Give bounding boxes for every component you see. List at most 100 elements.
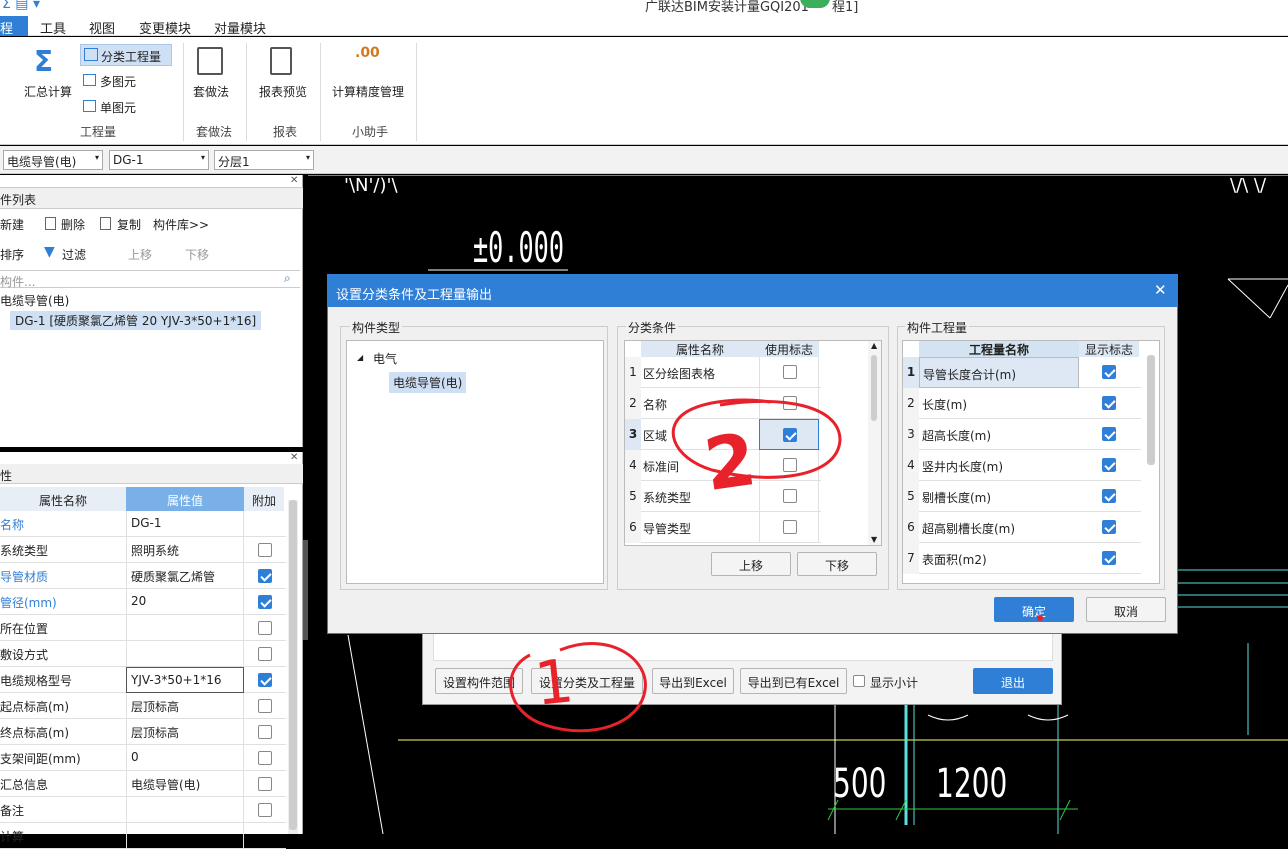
show-flag-checkbox[interactable] — [1102, 520, 1116, 534]
property-value[interactable] — [126, 823, 244, 849]
summary-calc-button[interactable]: 汇总计算 — [24, 83, 72, 100]
table-row[interactable]: 计算 — [0, 823, 286, 849]
extra-checkbox[interactable] — [258, 751, 272, 765]
scrollbar-thumb[interactable] — [871, 355, 877, 421]
table-row[interactable]: 汇总信息 电缆导管(电) — [0, 771, 286, 797]
property-value[interactable]: 照明系统 — [126, 537, 244, 563]
condition-up-button[interactable]: 上移 — [711, 552, 791, 576]
property-value[interactable]: 电缆导管(电) — [126, 771, 244, 797]
search-input[interactable]: 构件... — [0, 270, 300, 289]
search-icon[interactable]: ⌕ — [284, 271, 291, 286]
property-value[interactable] — [126, 641, 244, 667]
export-excel-button[interactable]: 导出到Excel — [652, 668, 734, 694]
table-row[interactable]: 起点标高(m) 层顶标高 — [0, 693, 286, 719]
menu-item-view[interactable]: 视图 — [89, 18, 115, 37]
show-flag-checkbox[interactable] — [1102, 365, 1116, 379]
apply-method-button[interactable]: 套做法 — [193, 83, 229, 100]
type-select[interactable]: 电缆导管(电) ▾ — [3, 150, 103, 170]
list-item[interactable]: 7 表面积(m2) — [903, 543, 1141, 574]
floor-select[interactable]: 分层1 ▾ — [214, 150, 314, 170]
precision-manage-button[interactable]: 计算精度管理 — [332, 83, 404, 100]
use-flag-checkbox[interactable] — [783, 396, 797, 410]
extra-checkbox[interactable] — [258, 777, 272, 791]
table-row[interactable]: 导管材质 硬质聚氯乙烯管 — [0, 563, 286, 589]
property-value[interactable]: DG-1 — [126, 511, 244, 537]
move-down-button[interactable]: 下移 — [185, 246, 209, 263]
table-row[interactable]: 敷设方式 — [0, 641, 286, 667]
dialog-close-icon[interactable]: ✕ — [1154, 281, 1167, 299]
extra-checkbox[interactable] — [258, 699, 272, 713]
scrollbar-thumb[interactable] — [289, 500, 297, 830]
property-value[interactable]: 20 — [126, 589, 244, 615]
tree-expand-icon[interactable]: ◢ — [357, 353, 363, 362]
tree-root-electric[interactable]: 电气 — [373, 350, 397, 367]
menu-item-compare[interactable]: 对量模块 — [214, 18, 266, 37]
property-value[interactable] — [126, 615, 244, 641]
classify-qty-button[interactable]: 分类工程量 — [80, 44, 172, 66]
list-item[interactable]: 2 名称 — [625, 388, 821, 419]
property-value[interactable]: 硬质聚氯乙烯管 — [126, 563, 244, 589]
table-row[interactable]: 电缆规格型号 YJV-3*50+1*16 — [0, 667, 286, 693]
extra-checkbox[interactable] — [258, 595, 272, 609]
property-value[interactable]: 0 — [126, 745, 244, 771]
show-flag-checkbox[interactable] — [1102, 551, 1116, 565]
table-row[interactable]: 支架间距(mm) 0 — [0, 745, 286, 771]
list-item[interactable]: 5 剔槽长度(m) — [903, 481, 1141, 512]
tree-root[interactable]: 电缆导管(电) — [0, 292, 69, 309]
show-flag-checkbox[interactable] — [1102, 396, 1116, 410]
library-button[interactable]: 构件库>> — [153, 216, 209, 233]
show-flag-checkbox[interactable] — [1102, 458, 1116, 472]
scrollbar[interactable]: ▲ ▼ — [868, 341, 881, 545]
report-preview-button[interactable]: 报表预览 — [259, 83, 307, 100]
table-row[interactable]: 管径(mm) 20 — [0, 589, 286, 615]
new-button[interactable]: 新建 — [0, 216, 24, 233]
tree-item-conduit[interactable]: 电缆导管(电) — [389, 372, 467, 393]
list-item[interactable]: 1 导管长度合计(m) — [903, 357, 1141, 388]
property-value[interactable]: 层顶标高 — [126, 719, 244, 745]
list-item[interactable]: 6 导管类型 — [625, 512, 821, 543]
copy-button[interactable]: 复制 — [117, 216, 141, 233]
condition-down-button[interactable]: 下移 — [797, 552, 877, 576]
extra-checkbox[interactable] — [258, 569, 272, 583]
show-subtotal-checkbox[interactable] — [853, 675, 865, 687]
scrollbar[interactable] — [1147, 355, 1155, 465]
list-item[interactable]: 4 竖井内长度(m) — [903, 450, 1141, 481]
table-row[interactable]: 备注 — [0, 797, 286, 823]
filter-button[interactable]: 过滤 — [62, 246, 86, 263]
list-item[interactable]: 1 区分绘图表格 — [625, 357, 821, 388]
close-icon[interactable]: ✕ — [290, 175, 298, 186]
cancel-button[interactable]: 取消 — [1086, 597, 1166, 622]
show-flag-checkbox[interactable] — [1102, 489, 1116, 503]
ok-button[interactable]: 确定 — [994, 597, 1074, 622]
quick-access-icon[interactable]: Σ ▤ ▾ — [2, 0, 40, 12]
exit-button[interactable]: 退出 — [973, 668, 1053, 694]
use-flag-checkbox[interactable] — [783, 365, 797, 379]
menu-item-change[interactable]: 变更模块 — [139, 18, 191, 37]
extra-checkbox[interactable] — [258, 673, 272, 687]
property-value[interactable]: YJV-3*50+1*16 — [126, 667, 244, 693]
sort-button[interactable]: 排序 — [0, 246, 24, 263]
use-flag-checkbox[interactable] — [783, 428, 797, 442]
list-item[interactable]: 6 超高剔槽长度(m) — [903, 512, 1141, 543]
use-flag-checkbox[interactable] — [783, 520, 797, 534]
table-row[interactable]: 系统类型 照明系统 — [0, 537, 286, 563]
menu-item-active[interactable]: 程 — [0, 16, 28, 37]
show-flag-checkbox[interactable] — [1102, 427, 1116, 441]
extra-checkbox[interactable] — [258, 725, 272, 739]
property-value[interactable] — [126, 797, 244, 823]
scroll-up-icon[interactable]: ▲ — [871, 341, 877, 350]
use-flag-checkbox[interactable] — [783, 458, 797, 472]
component-select[interactable]: DG-1 ▾ — [109, 150, 209, 170]
close-icon[interactable]: ✕ — [290, 452, 298, 463]
menu-item-tools[interactable]: 工具 — [40, 18, 66, 37]
extra-checkbox[interactable] — [258, 647, 272, 661]
move-up-button[interactable]: 上移 — [128, 246, 152, 263]
list-item[interactable]: 2 长度(m) — [903, 388, 1141, 419]
extra-checkbox[interactable] — [258, 621, 272, 635]
extra-checkbox[interactable] — [258, 543, 272, 557]
table-row[interactable]: 终点标高(m) 层顶标高 — [0, 719, 286, 745]
scrollbar[interactable] — [288, 500, 298, 834]
set-range-button[interactable]: 设置构件范围 — [435, 668, 523, 694]
table-row[interactable]: 名称 DG-1 — [0, 511, 286, 537]
export-existing-excel-button[interactable]: 导出到已有Excel — [740, 668, 847, 694]
